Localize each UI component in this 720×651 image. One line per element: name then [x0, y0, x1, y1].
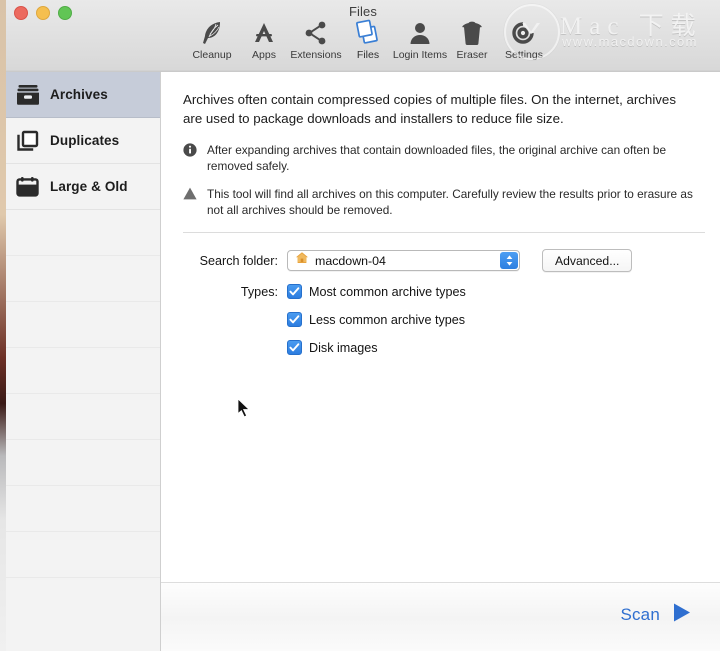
toolbar-item-login-items[interactable]: Login Items [392, 16, 448, 61]
user-icon [407, 16, 433, 46]
checkbox-label: Disk images [309, 340, 378, 355]
sidebar-empty-row [6, 440, 160, 486]
warning-note-text: This tool will find all archives on this… [207, 187, 693, 217]
options-form: Search folder: macdown-04 Advanced... Ty… [183, 249, 698, 355]
sidebar-item-duplicates[interactable]: Duplicates [6, 118, 160, 164]
types-row-2: Less common archive types [183, 312, 698, 327]
toolbar-item-apps[interactable]: Apps [238, 16, 290, 61]
types-label: Types: [240, 284, 278, 299]
sidebar-empty-row [6, 532, 160, 578]
toolbar-item-cleanup[interactable]: Cleanup [186, 16, 238, 61]
sidebar: Archives Duplicates Large & Old [6, 72, 161, 651]
warning-note: This tool will find all archives on this… [183, 186, 698, 218]
sidebar-item-label: Large & Old [50, 179, 128, 194]
duplicate-icon [16, 130, 44, 152]
toolbar: Cleanup Apps Extensions Files Login Item… [186, 16, 550, 61]
info-note-text: After expanding archives that contain do… [207, 143, 667, 173]
toolbar-item-label: Login Items [392, 49, 448, 61]
chevron-up-down-icon[interactable] [500, 252, 518, 269]
sidebar-empty-row [6, 348, 160, 394]
sidebar-item-archives[interactable]: Archives [6, 72, 160, 118]
toolbar-item-files[interactable]: Files [342, 16, 394, 61]
search-folder-row: Search folder: macdown-04 Advanced... [183, 249, 698, 272]
checkbox-label: Less common archive types [309, 312, 466, 327]
advanced-button[interactable]: Advanced... [542, 249, 633, 272]
section-divider [183, 232, 705, 233]
toolbar-item-extensions[interactable]: Extensions [290, 16, 342, 61]
sidebar-item-label: Archives [50, 87, 108, 102]
main-pane: Archives often contain compressed copies… [161, 72, 720, 651]
sidebar-empty-row [6, 302, 160, 348]
window-body: Archives Duplicates Large & Old Archives… [6, 72, 720, 651]
sidebar-item-label: Duplicates [50, 133, 120, 148]
checkbox-label: Most common archive types [309, 284, 466, 299]
toolbar-item-label: Apps [252, 49, 276, 61]
intro-paragraph: Archives often contain compressed copies… [183, 92, 676, 126]
info-icon [183, 142, 207, 162]
feather-icon [200, 16, 224, 46]
toolbar-item-settings[interactable]: Settings [498, 16, 550, 61]
info-note: After expanding archives that contain do… [183, 142, 698, 174]
home-icon [295, 251, 309, 270]
window-titlebar: Files Cleanup Apps Extensions Files Logi… [6, 0, 720, 73]
search-folder-select[interactable]: macdown-04 [287, 250, 520, 271]
warning-icon [183, 186, 207, 205]
checkbox-most-common-archive-types[interactable] [287, 284, 302, 299]
toolbar-item-label: Eraser [456, 49, 488, 61]
types-row-1: Types: Most common archive types [183, 284, 698, 299]
sidebar-empty-row [6, 210, 160, 256]
eye-gear-icon [510, 16, 538, 46]
search-folder-label: Search folder: [199, 253, 278, 268]
toolbar-item-label: Settings [505, 49, 543, 61]
watermark-url: www.macdown.com [562, 34, 698, 49]
types-row-3: Disk images [183, 340, 698, 355]
trash-icon [460, 16, 484, 46]
footer-bar: Scan [161, 582, 720, 651]
scan-button[interactable]: Scan [620, 602, 692, 628]
calendar-icon [16, 176, 44, 198]
archive-box-icon [16, 84, 44, 106]
sidebar-empty-row [6, 256, 160, 302]
checkbox-less-common-archive-types[interactable] [287, 312, 302, 327]
sidebar-empty-row [6, 486, 160, 532]
files-icon [354, 16, 382, 46]
scan-button-label: Scan [620, 605, 660, 624]
toolbar-item-eraser[interactable]: Eraser [446, 16, 498, 61]
sidebar-empty-row [6, 394, 160, 440]
share-nodes-icon [303, 16, 329, 46]
search-folder-value: macdown-04 [315, 253, 386, 268]
app-store-icon [251, 16, 277, 46]
app-window: Files Cleanup Apps Extensions Files Logi… [6, 0, 720, 651]
checkbox-disk-images[interactable] [287, 340, 302, 355]
toolbar-item-label: Files [356, 49, 380, 61]
play-triangle-icon [672, 602, 692, 628]
main-content: Archives often contain compressed copies… [161, 72, 720, 583]
toolbar-item-label: Extensions [290, 49, 342, 61]
toolbar-item-label: Cleanup [192, 49, 232, 61]
sidebar-item-large-and-old[interactable]: Large & Old [6, 164, 160, 210]
